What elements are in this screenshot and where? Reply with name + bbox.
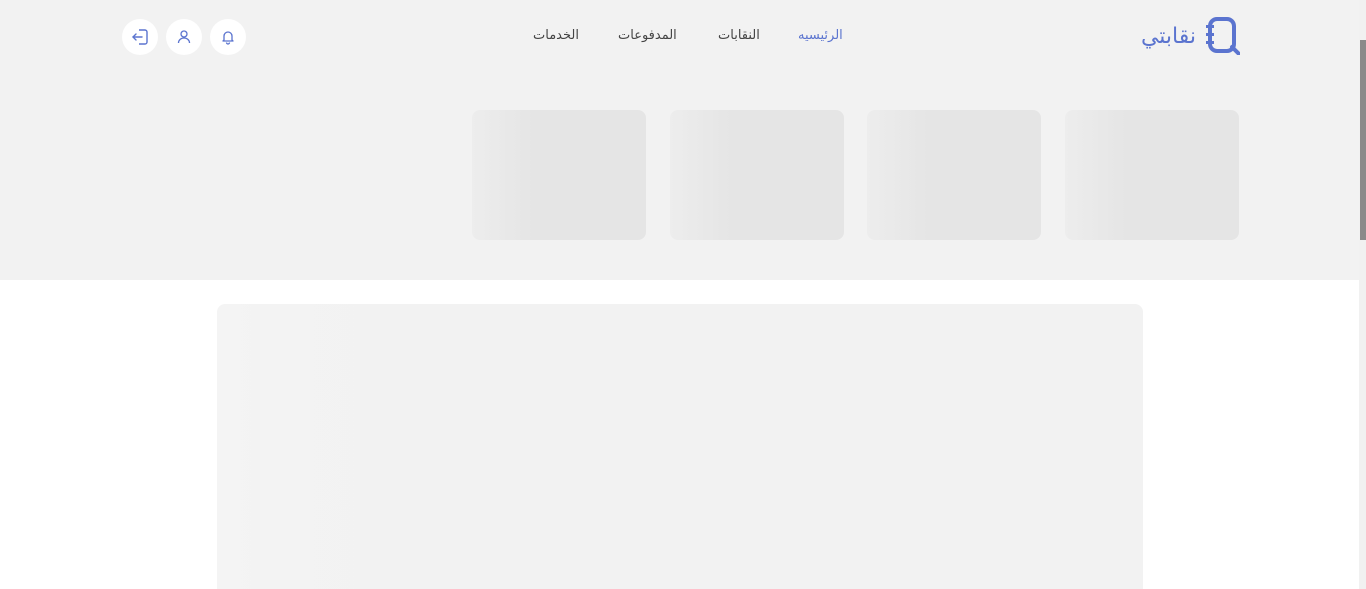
nav-item-home[interactable]: الرئيسيه xyxy=(798,28,843,43)
header: نقابتي الرئيسيه النقابات المدفوعات الخدم… xyxy=(0,0,1359,76)
profile-button[interactable] xyxy=(166,19,202,55)
nav-item-unions[interactable]: النقابات xyxy=(718,28,760,43)
notifications-button[interactable] xyxy=(210,19,246,55)
hero-section: نقابتي الرئيسيه النقابات المدفوعات الخدم… xyxy=(0,0,1359,280)
skeleton-card xyxy=(867,110,1041,240)
skeleton-card xyxy=(1065,110,1239,240)
user-icon xyxy=(176,29,192,45)
logout-button[interactable] xyxy=(122,19,158,55)
main-nav: الرئيسيه النقابات المدفوعات الخدمات xyxy=(0,28,1359,48)
skeleton-card xyxy=(670,110,844,240)
scrollbar-thumb[interactable] xyxy=(1360,40,1366,240)
scrollbar[interactable] xyxy=(1359,0,1366,589)
page: نقابتي الرئيسيه النقابات المدفوعات الخدم… xyxy=(0,0,1366,589)
bell-icon xyxy=(220,29,236,45)
nav-item-services[interactable]: الخدمات xyxy=(533,28,579,43)
nav-item-payments[interactable]: المدفوعات xyxy=(618,28,677,43)
skeleton-card xyxy=(472,110,646,240)
content-skeleton xyxy=(217,304,1143,589)
logout-icon xyxy=(130,27,150,47)
